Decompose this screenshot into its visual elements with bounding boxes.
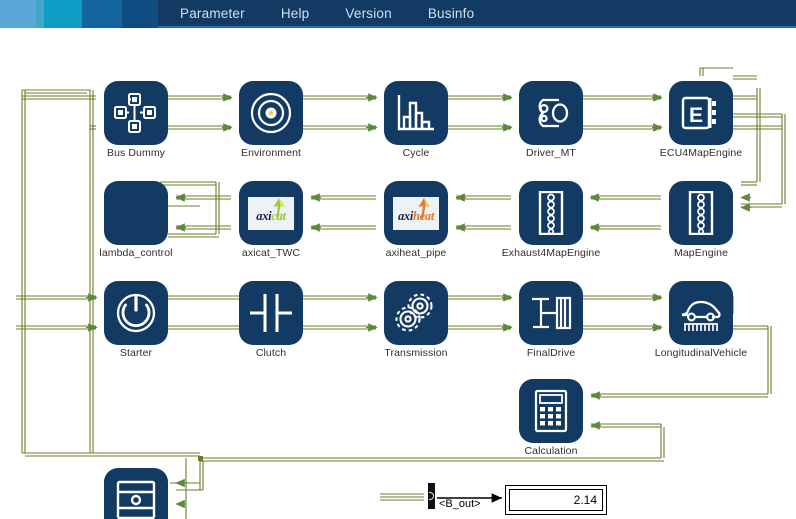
node-axicat-twc[interactable]: axicat axicat_TWC: [239, 181, 303, 259]
numeric-display-value: 2.14: [509, 489, 603, 511]
node-cycle[interactable]: Cycle: [384, 81, 448, 159]
block-label-ecu4mapengine: ECU4MapEngine: [659, 147, 743, 159]
block-output-selector[interactable]: [104, 468, 168, 519]
block-transmission[interactable]: [384, 281, 448, 345]
block-mapengine[interactable]: [669, 181, 733, 245]
color-swatch-5: [122, 0, 158, 28]
clutch-plates-icon: [250, 294, 292, 332]
bus-selector-label: <B_out>: [439, 498, 481, 510]
engine-cylinders-icon: [538, 191, 564, 235]
block-axicat-twc[interactable]: axicat: [239, 181, 303, 245]
block-bus-dummy[interactable]: [104, 81, 168, 145]
engine-cylinders-icon: [688, 191, 714, 235]
block-label-transmission: Transmission: [384, 347, 448, 359]
block-finaldrive[interactable]: [519, 281, 583, 345]
node-exhaust4mapengine[interactable]: Exhaust4MapEngine: [502, 181, 600, 259]
block-calculation[interactable]: [519, 379, 583, 443]
node-calculation[interactable]: Calculation: [519, 379, 583, 457]
block-label-longitudinalvehicle: LongitudinalVehicle: [654, 347, 748, 359]
menu-parameter[interactable]: Parameter: [180, 0, 245, 28]
block-label-starter: Starter: [119, 347, 153, 359]
node-transmission[interactable]: Transmission: [384, 281, 448, 359]
bar-chart-icon: [397, 95, 434, 131]
bus-network-icon: [114, 93, 156, 133]
node-starter[interactable]: Starter: [104, 281, 168, 359]
block-label-axiheat-pipe: axiheat_pipe: [385, 247, 447, 259]
block-axiheat-pipe[interactable]: axiheat: [384, 181, 448, 245]
block-label-axicat-twc: axicat_TWC: [241, 247, 301, 259]
wire-junction: [198, 456, 203, 461]
axicat-logo-text: axicat: [256, 208, 286, 223]
concentric-circles-icon: [250, 92, 292, 134]
menu-version[interactable]: Version: [345, 0, 391, 28]
block-ecu4mapengine[interactable]: E: [669, 81, 733, 145]
block-label-lambda-control: lambda_control: [99, 247, 173, 259]
block-exhaust4mapengine[interactable]: [519, 181, 583, 245]
gears-icon: [395, 293, 433, 332]
color-swatch-3: [44, 0, 82, 28]
node-driver-mt[interactable]: Driver_MT: [519, 81, 583, 159]
node-environment[interactable]: Environment: [239, 81, 303, 159]
car-road-icon: [681, 300, 721, 331]
axicat-logo-icon: axicat: [248, 196, 294, 230]
differential-icon: [532, 296, 572, 330]
node-clutch[interactable]: Clutch: [239, 281, 303, 359]
block-starter[interactable]: [104, 281, 168, 345]
block-longitudinalvehicle[interactable]: [669, 281, 733, 345]
axiheat-logo-icon: axiheat: [393, 196, 439, 230]
block-label-environment: Environment: [240, 147, 302, 159]
menu-help[interactable]: Help: [281, 0, 310, 28]
node-bus-dummy[interactable]: Bus Dummy: [104, 81, 168, 159]
node-longitudinalvehicle[interactable]: LongitudinalVehicle: [655, 281, 747, 359]
svg-text:E: E: [689, 104, 703, 127]
menu-businfo[interactable]: Businfo: [428, 0, 474, 28]
axiheat-logo-text: axiheat: [397, 208, 435, 223]
numeric-display[interactable]: 2.14: [505, 485, 607, 515]
model-window: Parameter Help Version Businfo Bus Dummy…: [0, 0, 796, 519]
block-label-clutch: Clutch: [255, 347, 287, 359]
block-lambda-control[interactable]: [104, 181, 168, 245]
block-label-mapengine: MapEngine: [673, 247, 729, 259]
node-mapengine[interactable]: MapEngine: [669, 181, 733, 259]
color-swatch-1: [0, 0, 36, 28]
color-swatch-2: [36, 0, 44, 28]
driver-gearshift-icon: [538, 98, 569, 128]
block-label-exhaust4mapengine: Exhaust4MapEngine: [501, 247, 601, 259]
block-diagram-canvas[interactable]: Bus Dummy Environment Cycle Driver_MT E …: [0, 28, 796, 519]
node-output-selector[interactable]: Output Selector: [104, 468, 168, 519]
block-label-calculation: Calculation: [524, 445, 578, 457]
block-label-finaldrive: FinalDrive: [526, 347, 576, 359]
block-clutch[interactable]: [239, 281, 303, 345]
block-driver-mt[interactable]: [519, 81, 583, 145]
calculator-icon: [534, 389, 568, 433]
node-finaldrive[interactable]: FinalDrive: [519, 281, 583, 359]
block-label-cycle: Cycle: [402, 147, 430, 159]
block-label-bus-dummy: Bus Dummy: [106, 147, 166, 159]
menu-bar: Parameter Help Version Businfo: [0, 0, 796, 28]
block-environment[interactable]: [239, 81, 303, 145]
bus-selector-mark: [429, 492, 434, 500]
block-cycle[interactable]: [384, 81, 448, 145]
node-lambda-control[interactable]: lambda_control: [99, 181, 173, 259]
node-ecu4mapengine[interactable]: E ECU4MapEngine: [660, 81, 742, 159]
block-label-driver-mt: Driver_MT: [526, 147, 576, 159]
node-axiheat-pipe[interactable]: axiheat axiheat_pipe: [384, 181, 448, 259]
power-button-icon: [116, 293, 156, 333]
color-swatch-4: [82, 0, 122, 28]
ecu-e-chip-icon: E: [681, 96, 716, 130]
bus-selector-port[interactable]: [428, 483, 435, 509]
floppy-save-icon: [116, 480, 156, 519]
